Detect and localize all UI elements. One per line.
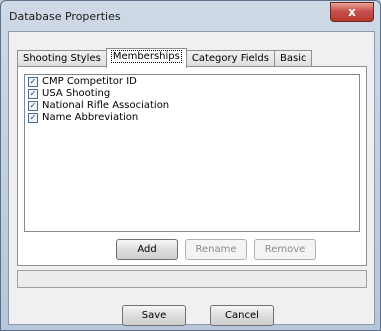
title-bar[interactable]: Database Properties x — [1, 1, 380, 31]
status-area — [17, 270, 367, 288]
checkbox-checked-icon[interactable]: ✓ — [28, 76, 38, 87]
memberships-list[interactable]: ✓ CMP Competitor ID ✓ USA Shooting ✓ Nat… — [24, 74, 360, 232]
close-button[interactable]: x — [330, 2, 374, 22]
rename-button[interactable]: Rename — [185, 239, 247, 260]
checkbox-checked-icon[interactable]: ✓ — [28, 100, 38, 111]
tab-memberships[interactable]: Memberships — [105, 48, 187, 68]
list-item[interactable]: ✓ USA Shooting — [25, 88, 359, 99]
close-icon: x — [348, 5, 356, 19]
list-item[interactable]: ✓ National Rifle Association — [25, 100, 359, 111]
list-item-label: National Rifle Association — [42, 100, 170, 111]
memberships-panel: ✓ CMP Competitor ID ✓ USA Shooting ✓ Nat… — [17, 66, 367, 266]
add-button[interactable]: Add — [116, 239, 178, 260]
tab-strip: Shooting Styles Memberships Category Fie… — [17, 48, 313, 68]
checkbox-checked-icon[interactable]: ✓ — [28, 112, 38, 123]
dialog-client-area: Shooting Styles Memberships Category Fie… — [8, 31, 375, 326]
dialog-window: Database Properties x Shooting Styles Me… — [0, 0, 381, 331]
list-item[interactable]: ✓ CMP Competitor ID — [25, 76, 359, 87]
tab-basic[interactable]: Basic — [274, 50, 313, 67]
window-title: Database Properties — [9, 10, 121, 23]
list-item-label: Name Abbreviation — [42, 112, 139, 123]
tab-category-fields[interactable]: Category Fields — [185, 50, 275, 67]
list-item-label: CMP Competitor ID — [42, 76, 137, 87]
list-item-label: USA Shooting — [42, 88, 111, 99]
checkbox-checked-icon[interactable]: ✓ — [28, 88, 38, 99]
remove-button[interactable]: Remove — [254, 239, 316, 260]
cancel-button[interactable]: Cancel — [210, 305, 274, 326]
tab-shooting-styles[interactable]: Shooting Styles — [17, 50, 107, 67]
save-button[interactable]: Save — [122, 305, 186, 326]
list-item[interactable]: ✓ Name Abbreviation — [25, 112, 359, 123]
